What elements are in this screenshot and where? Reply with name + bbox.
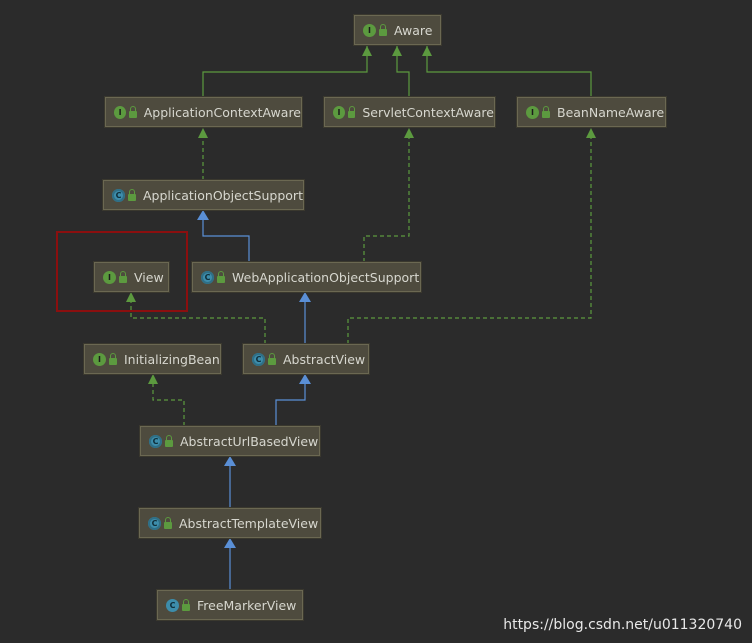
node-abstract-template-view[interactable]: C AbstractTemplateView (139, 508, 321, 538)
node-label: AbstractUrlBasedView (180, 433, 319, 449)
interface-icon: I (333, 105, 345, 119)
arrowhead-abstracturlbasedview (224, 456, 236, 466)
arrowhead-appobjectsupport (197, 210, 209, 220)
node-label: BeanNameAware (557, 104, 665, 120)
lock-icon (347, 105, 356, 118)
lock-icon (109, 352, 117, 365)
edge-beannameaware-aware (426, 46, 592, 97)
edge-abstractview-beannameaware (347, 138, 592, 344)
abstract-class-icon: C (112, 188, 125, 202)
interface-icon: I (526, 105, 539, 119)
arrowhead-webappobjectsupport (299, 292, 311, 302)
arrowhead-aware-1 (362, 46, 372, 56)
edge-webappobjectsupport-appobjectsupport (202, 220, 250, 262)
lock-icon (379, 23, 387, 36)
node-aware[interactable]: I Aware (354, 15, 441, 45)
edge-applicationcontextaware-aware (202, 46, 368, 97)
lock-icon (217, 270, 225, 283)
node-servlet-context-aware[interactable]: I ServletContextAware (324, 97, 495, 127)
node-label: ServletContextAware (362, 104, 494, 120)
edge-abstracturlbasedview-initializingbean (152, 384, 185, 426)
highlight-box (56, 231, 188, 312)
abstract-class-icon: C (201, 270, 214, 284)
lock-icon (542, 105, 550, 118)
node-application-context-aware[interactable]: I ApplicationContextAware (105, 97, 302, 127)
node-bean-name-aware[interactable]: I BeanNameAware (517, 97, 666, 127)
node-application-object-support[interactable]: C ApplicationObjectSupport (103, 180, 304, 210)
lock-icon (165, 434, 173, 447)
interface-icon: I (93, 352, 106, 366)
arrowhead-abstractview (299, 374, 311, 384)
node-label: AbstractTemplateView (179, 515, 319, 531)
node-abstract-view[interactable]: C AbstractView (243, 344, 369, 374)
node-label: ApplicationContextAware (143, 104, 301, 120)
uml-diagram: I Aware I ApplicationContextAware I Serv… (0, 0, 752, 643)
node-label: WebApplicationObjectSupport (232, 269, 420, 285)
node-initializing-bean[interactable]: I InitializingBean (84, 344, 221, 374)
arrowhead-initializingbean (148, 374, 158, 384)
lock-icon (128, 188, 136, 201)
lock-icon (268, 352, 276, 365)
node-label: AbstractView (283, 351, 366, 367)
lock-icon (129, 105, 137, 118)
arrowhead-aware-2 (392, 46, 402, 56)
node-web-application-object-support[interactable]: C WebApplicationObjectSupport (192, 262, 421, 292)
node-label: ApplicationObjectSupport (143, 187, 303, 203)
interface-icon: I (114, 105, 127, 119)
node-abstract-url-based-view[interactable]: C AbstractUrlBasedView (140, 426, 320, 456)
lock-icon (164, 516, 172, 529)
edge-webappobjectsupport-servletcontextaware (363, 138, 410, 262)
arrowhead-beannameaware (586, 128, 596, 138)
arrowhead-servletcontextaware (404, 128, 414, 138)
lock-icon (182, 598, 190, 611)
arrowhead-aware-3 (422, 46, 432, 56)
node-label: InitializingBean (124, 351, 220, 367)
arrowhead-abstracttemplateview (224, 538, 236, 548)
abstract-class-icon: C (252, 352, 265, 366)
abstract-class-icon: C (149, 434, 162, 448)
interface-icon: I (363, 23, 376, 37)
abstract-class-icon: C (148, 516, 161, 530)
class-icon: C (166, 598, 179, 612)
node-label: Aware (394, 22, 433, 38)
node-label: FreeMarkerView (197, 597, 297, 613)
edge-abstracturlbasedview-abstractview (275, 384, 306, 426)
watermark: https://blog.csdn.net/u011320740 (503, 617, 742, 633)
node-freemarker-view[interactable]: C FreeMarkerView (157, 590, 303, 620)
arrowhead-appcontextaware (198, 128, 208, 138)
